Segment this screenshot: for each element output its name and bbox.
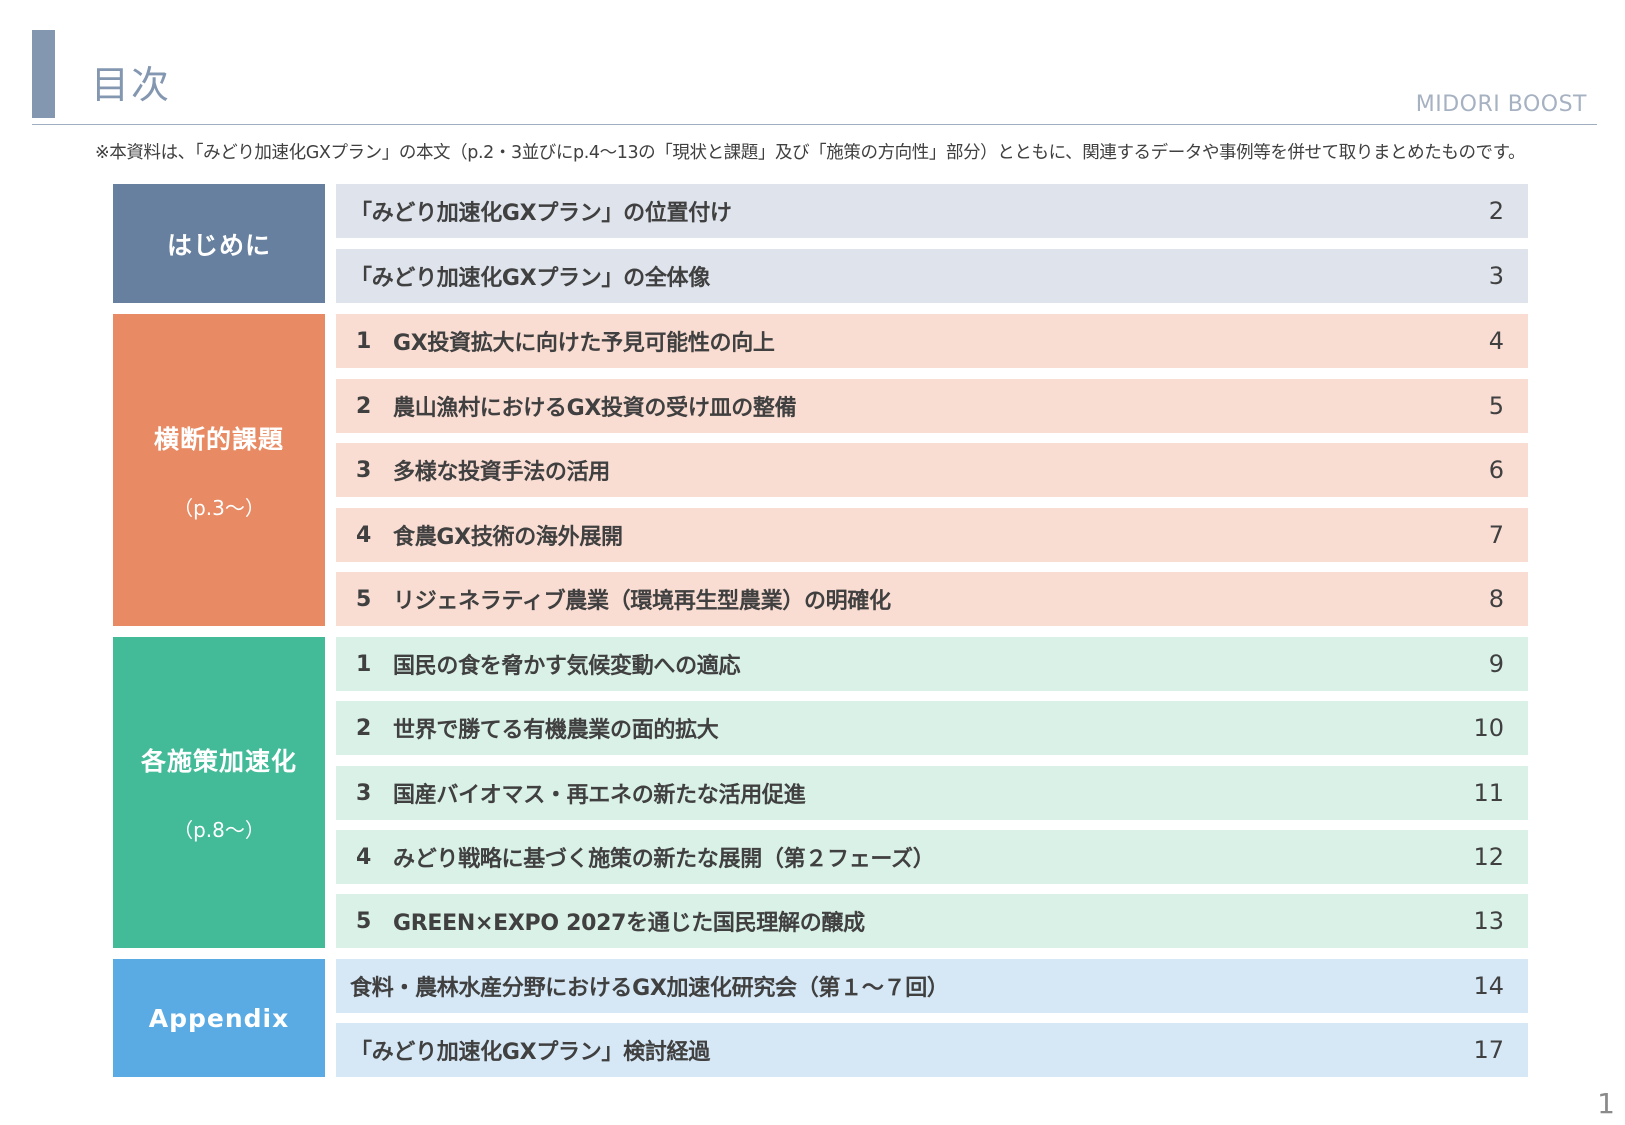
toc-item-title: みどり戦略に基づく施策の新たな展開（第２フェーズ） — [393, 847, 935, 872]
toc-row[interactable]: 2 世界で勝てる有機農業の面的拡大 10 — [336, 701, 1528, 755]
toc-row[interactable]: 2 農山漁村におけるGX投資の受け皿の整備 5 — [336, 379, 1528, 433]
toc-item-page: 14 — [1473, 972, 1504, 1000]
toc-item-number: 3 — [356, 457, 372, 483]
toc-item-page: 4 — [1488, 327, 1504, 355]
toc-item-number: 5 — [356, 586, 372, 612]
section-label: 各施策加速化 — [140, 747, 297, 776]
toc-item-title: 国民の食を脅かす気候変動への適応 — [393, 654, 741, 679]
section-label: はじめに — [166, 230, 271, 260]
section-cross-cutting: 横断的課題 （p.3～） — [113, 314, 325, 626]
toc-row[interactable]: 4 食農GX技術の海外展開 7 — [336, 508, 1528, 562]
toc-row[interactable]: 5 GREEN×EXPO 2027を通じた国民理解の醸成 13 — [336, 894, 1528, 948]
toc-item-title: 多様な投資手法の活用 — [393, 460, 611, 485]
toc-item-title: 食料・農林水産分野におけるGX加速化研究会（第１～７回） — [350, 976, 949, 1001]
toc-item-page: 9 — [1488, 650, 1504, 678]
section-page-range: （p.3～） — [173, 495, 265, 520]
toc-item-number: 1 — [356, 328, 372, 354]
toc-item-number: 4 — [356, 522, 372, 548]
toc-item-title: 農山漁村におけるGX投資の受け皿の整備 — [393, 396, 797, 421]
toc-item-title: リジェネラティブ農業（環境再生型農業）の明確化 — [393, 589, 891, 614]
toc-item-page: 7 — [1488, 521, 1504, 549]
toc-row[interactable]: 3 多様な投資手法の活用 6 — [336, 443, 1528, 497]
toc-row[interactable]: 「みどり加速化GXプラン」検討経過 17 — [336, 1023, 1528, 1077]
toc-item-title: GREEN×EXPO 2027を通じた国民理解の醸成 — [393, 911, 865, 936]
section-intro: はじめに — [113, 184, 325, 303]
toc-row[interactable]: 1 GX投資拡大に向けた予見可能性の向上 4 — [336, 314, 1528, 368]
section-label: Appendix — [148, 1003, 290, 1033]
toc-row[interactable]: 「みどり加速化GXプラン」の全体像 3 — [336, 249, 1528, 303]
toc-item-number: 2 — [356, 715, 372, 741]
document-note: ※本資料は、「みどり加速化GXプラン」の本文（p.2・3並びにp.4～13の「現… — [95, 143, 1526, 163]
toc-item-page: 5 — [1488, 392, 1504, 420]
toc-item-title: 食農GX技術の海外展開 — [393, 525, 623, 550]
section-label: 横断的課題 — [153, 424, 284, 454]
toc-item-title: 国産バイオマス・再エネの新たな活用促進 — [393, 783, 806, 808]
toc-item-number: 5 — [356, 908, 372, 934]
toc-item-title: GX投資拡大に向けた予見可能性の向上 — [393, 331, 775, 356]
toc-row[interactable]: 3 国産バイオマス・再エネの新たな活用促進 11 — [336, 766, 1528, 820]
toc-item-title: 「みどり加速化GXプラン」の位置付け — [350, 201, 732, 226]
toc-item-page: 3 — [1488, 262, 1504, 290]
toc-item-page: 6 — [1488, 456, 1504, 484]
toc-item-title: 「みどり加速化GXプラン」検討経過 — [350, 1040, 710, 1065]
toc-item-page: 2 — [1488, 197, 1504, 225]
toc-item-number: 2 — [356, 393, 372, 419]
toc-row[interactable]: 1 国民の食を脅かす気候変動への適応 9 — [336, 637, 1528, 691]
toc-item-page: 8 — [1488, 585, 1504, 613]
toc-item-title: 世界で勝てる有機農業の面的拡大 — [393, 718, 719, 743]
toc-item-number: 4 — [356, 844, 372, 870]
toc-item-page: 17 — [1473, 1036, 1504, 1064]
toc-row[interactable]: 4 みどり戦略に基づく施策の新たな展開（第２フェーズ） 12 — [336, 830, 1528, 884]
toc-item-page: 11 — [1473, 779, 1504, 807]
toc-item-page: 13 — [1473, 907, 1504, 935]
section-appendix: Appendix — [113, 959, 325, 1077]
section-acceleration: 各施策加速化 （p.8～） — [113, 637, 325, 948]
toc-row[interactable]: 「みどり加速化GXプラン」の位置付け 2 — [336, 184, 1528, 238]
toc-item-number: 3 — [356, 780, 372, 806]
toc-row[interactable]: 食料・農林水産分野におけるGX加速化研究会（第１～７回） 14 — [336, 959, 1528, 1013]
page-number: 1 — [1597, 1087, 1615, 1120]
toc-item-page: 12 — [1473, 843, 1504, 871]
brand-label: MIDORI BOOST — [1415, 92, 1587, 117]
toc-row[interactable]: 5 リジェネラティブ農業（環境再生型農業）の明確化 8 — [336, 572, 1528, 626]
title-accent-bar — [32, 30, 55, 118]
toc-item-page: 10 — [1473, 714, 1504, 742]
header-divider — [32, 124, 1597, 125]
section-page-range: （p.8～） — [173, 818, 265, 842]
toc-item-number: 1 — [356, 651, 372, 677]
page-title: 目次 — [91, 63, 172, 107]
toc-item-title: 「みどり加速化GXプラン」の全体像 — [350, 266, 710, 291]
